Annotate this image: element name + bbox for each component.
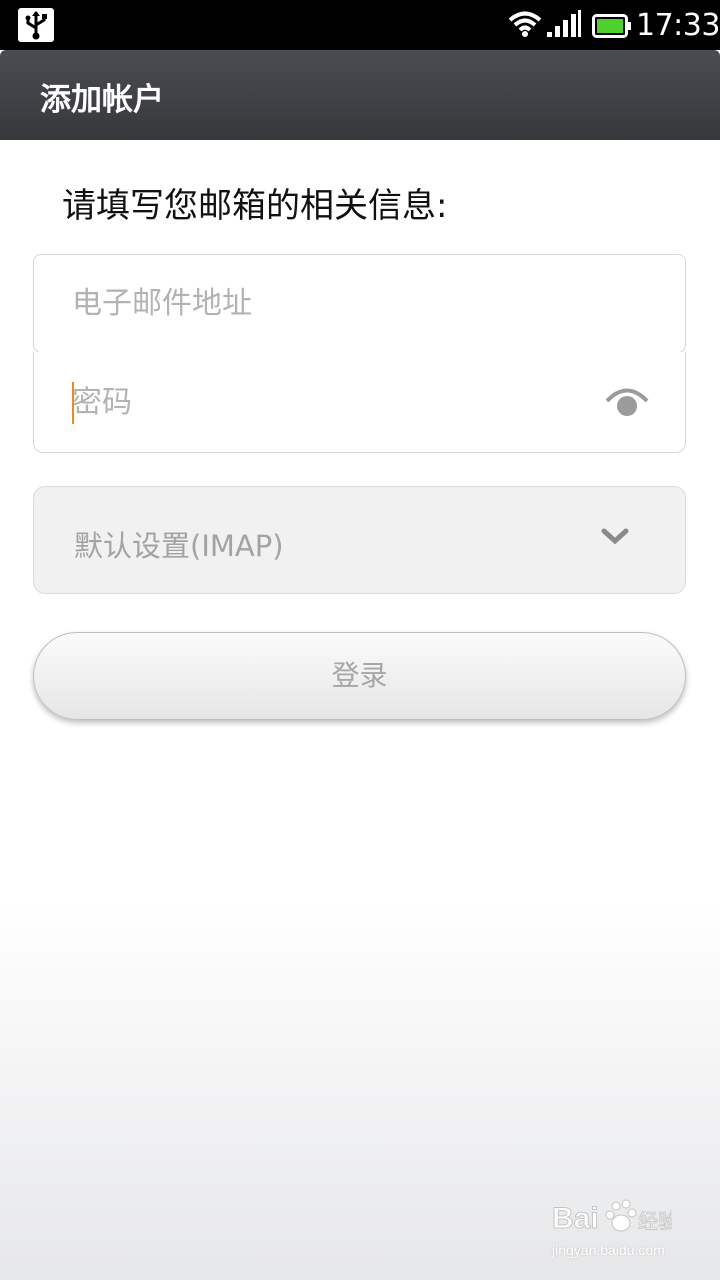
- form-prompt: 请填写您邮箱的相关信息:: [62, 186, 448, 226]
- show-password-icon[interactable]: [604, 386, 650, 418]
- usb-icon: [18, 8, 54, 42]
- email-input[interactable]: [72, 255, 592, 352]
- text-cursor: [72, 382, 74, 424]
- baidu-logo: Bai 经验: [552, 1199, 672, 1236]
- password-field[interactable]: [33, 352, 686, 453]
- svg-text:经验: 经验: [638, 1209, 672, 1233]
- watermark-url: jingyan.baidu.com: [552, 1242, 665, 1258]
- email-field[interactable]: [33, 254, 686, 353]
- status-time: 17:33: [636, 8, 720, 43]
- page-title: 添加帐户: [40, 82, 164, 118]
- signal-icon: [547, 10, 581, 37]
- title-bar: 添加帐户: [0, 50, 720, 140]
- baidu-jingyan-watermark: Bai 经验 jingyan.baidu.com: [552, 1196, 692, 1266]
- password-input[interactable]: [72, 352, 592, 452]
- svg-text:Bai: Bai: [552, 1202, 599, 1235]
- status-bar: 17:33: [0, 0, 720, 50]
- add-account-form: 请填写您邮箱的相关信息: 默认设置(IMAP) 登录: [0, 140, 720, 1280]
- login-button[interactable]: 登录: [33, 632, 686, 720]
- wifi-icon: [508, 11, 542, 37]
- account-setting-dropdown[interactable]: 默认设置(IMAP): [33, 486, 686, 594]
- dropdown-selected-value: 默认设置(IMAP): [74, 529, 284, 563]
- chevron-down-icon: [601, 528, 629, 545]
- battery-icon: [592, 14, 631, 38]
